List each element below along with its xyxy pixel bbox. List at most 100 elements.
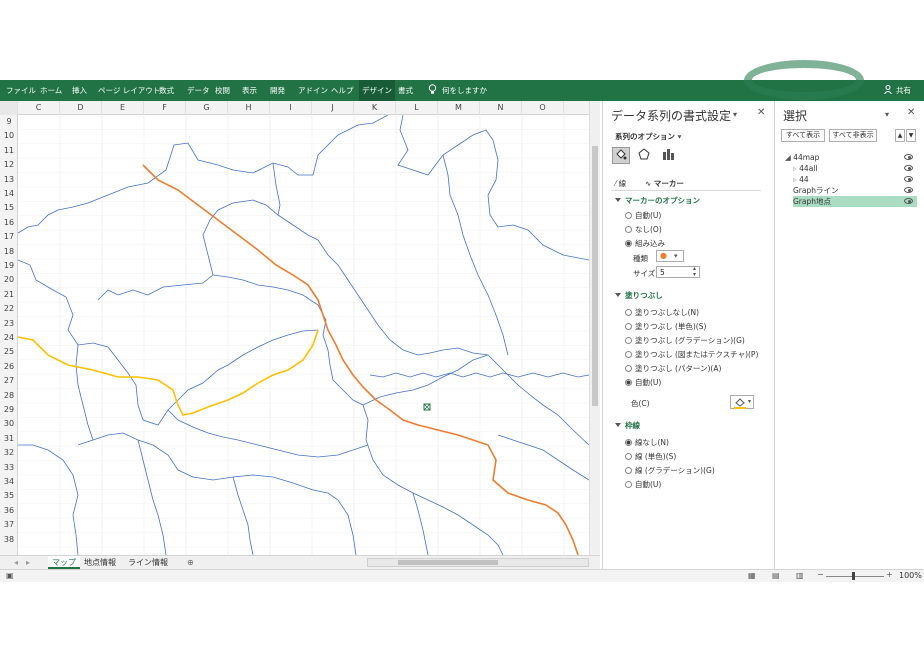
sheet-tab-points[interactable]: 地点情報: [80, 556, 120, 569]
tell-me-search[interactable]: 何をしますか: [442, 80, 487, 101]
visibility-eye-icon[interactable]: [904, 176, 913, 182]
pane-options-dropdown-icon[interactable]: ▾: [733, 110, 737, 119]
share-icon[interactable]: [884, 80, 892, 101]
row-header[interactable]: 10: [0, 129, 18, 143]
row-header[interactable]: 11: [0, 144, 18, 158]
fill-solid-radio[interactable]: 塗りつぶし (単色)(S): [625, 321, 706, 332]
sheet-tab-lines[interactable]: ライン情報: [124, 556, 172, 569]
row-header[interactable]: 14: [0, 187, 18, 201]
border-gradient-radio[interactable]: 線 (グラデーション)(G): [625, 465, 715, 476]
column-header[interactable]: G: [186, 101, 228, 115]
column-header[interactable]: D: [60, 101, 102, 115]
show-all-button[interactable]: すべて表示: [781, 129, 825, 142]
tab-developer[interactable]: 開発: [270, 80, 285, 101]
selection-item-44[interactable]: ▹ 44: [793, 174, 917, 185]
bring-forward-icon[interactable]: ▲: [895, 129, 905, 142]
row-header[interactable]: 25: [0, 345, 18, 359]
tab-design[interactable]: デザイン: [359, 80, 395, 101]
row-header[interactable]: 20: [0, 273, 18, 287]
row-header[interactable]: 15: [0, 201, 18, 215]
column-header[interactable]: I: [270, 101, 312, 115]
next-sheet-icon[interactable]: ▸: [22, 556, 34, 569]
row-header[interactable]: 27: [0, 374, 18, 388]
row-header[interactable]: 33: [0, 461, 18, 475]
page-break-view-icon[interactable]: ▥: [796, 571, 804, 580]
row-header[interactable]: 22: [0, 302, 18, 316]
marker-type-dropdown[interactable]: ● ▾: [656, 250, 684, 262]
column-header[interactable]: K: [354, 101, 396, 115]
row-header[interactable]: 26: [0, 360, 18, 374]
zoom-slider[interactable]: [826, 576, 884, 577]
row-header[interactable]: 16: [0, 216, 18, 230]
marker-builtin-radio[interactable]: 組み込み: [625, 238, 665, 249]
send-backward-icon[interactable]: ▼: [906, 129, 916, 142]
fill-picture-radio[interactable]: 塗りつぶし (図またはテクスチャ)(P): [625, 349, 758, 360]
visibility-eye-icon[interactable]: [904, 154, 913, 160]
selection-item-graph-line[interactable]: Graphライン: [793, 185, 917, 196]
close-icon[interactable]: ✕: [907, 107, 915, 118]
border-solid-radio[interactable]: 線 (単色)(S): [625, 451, 676, 462]
visibility-eye-icon[interactable]: [904, 198, 913, 204]
series-options-icon[interactable]: [660, 147, 678, 164]
column-header[interactable]: J: [312, 101, 354, 115]
border-auto-radio[interactable]: 自動(U): [625, 479, 661, 490]
column-header[interactable]: M: [438, 101, 480, 115]
column-header[interactable]: F: [144, 101, 186, 115]
tab-line[interactable]: ⁄ 線: [615, 178, 626, 189]
visibility-eye-icon[interactable]: [904, 165, 913, 171]
row-header[interactable]: 17: [0, 230, 18, 244]
selection-item-graph-points[interactable]: Graph地点: [793, 196, 917, 207]
tab-data[interactable]: データ: [187, 80, 210, 101]
fill-color-picker[interactable]: ▾: [730, 395, 754, 409]
column-header[interactable]: H: [228, 101, 270, 115]
row-header[interactable]: 28: [0, 389, 18, 403]
prev-sheet-icon[interactable]: ◂: [10, 556, 22, 569]
column-header[interactable]: O: [522, 101, 564, 115]
zoom-slider-thumb[interactable]: [852, 572, 855, 580]
add-sheet-icon[interactable]: ⊕: [183, 556, 198, 569]
row-header[interactable]: 18: [0, 245, 18, 259]
zoom-out-icon[interactable]: −: [817, 570, 824, 579]
macro-record-icon[interactable]: ▣: [6, 571, 14, 580]
row-header[interactable]: 36: [0, 504, 18, 518]
marker-size-value[interactable]: 5: [660, 268, 665, 277]
collapse-icon[interactable]: ▹: [793, 164, 797, 173]
row-header[interactable]: 38: [0, 533, 18, 547]
fill-section[interactable]: 塗りつぶし: [615, 290, 663, 301]
tab-home[interactable]: ホーム: [40, 80, 62, 101]
vertical-scrollbar[interactable]: [589, 101, 600, 555]
row-header[interactable]: 29: [0, 403, 18, 417]
expand-icon[interactable]: ◢: [785, 153, 791, 162]
fill-none-radio[interactable]: 塗りつぶしなし(N): [625, 307, 699, 318]
spin-down-icon[interactable]: ▾: [693, 271, 696, 278]
pane-options-dropdown-icon[interactable]: ▾: [885, 110, 889, 119]
tab-review[interactable]: 校閲: [215, 80, 230, 101]
share-button[interactable]: 共有: [896, 80, 911, 101]
column-header[interactable]: C: [18, 101, 60, 115]
series-options-dropdown[interactable]: 系列のオプション ▾: [615, 131, 681, 142]
zoom-level[interactable]: 100%: [899, 571, 922, 580]
scroll-thumb[interactable]: [592, 146, 598, 406]
row-header[interactable]: 21: [0, 288, 18, 302]
tab-page-layout[interactable]: ページ レイアウト: [98, 80, 160, 101]
selection-item-44all[interactable]: ▹ 44all: [793, 163, 917, 174]
marker-none-radio[interactable]: なし(O): [625, 224, 662, 235]
row-header[interactable]: 30: [0, 417, 18, 431]
tab-format[interactable]: 書式: [398, 80, 413, 101]
normal-view-icon[interactable]: ▦: [748, 571, 756, 580]
worksheet-grid[interactable]: [18, 115, 589, 555]
sheet-tab-map[interactable]: マップ: [48, 556, 80, 569]
collapse-icon[interactable]: ▹: [793, 175, 797, 184]
row-header[interactable]: 32: [0, 446, 18, 460]
border-section[interactable]: 枠線: [615, 420, 640, 431]
selection-item-44map[interactable]: ◢ 44map: [785, 152, 917, 163]
row-header[interactable]: 35: [0, 489, 18, 503]
selected-marker[interactable]: [423, 403, 431, 411]
row-header[interactable]: 23: [0, 317, 18, 331]
tab-formulas[interactable]: 数式: [159, 80, 174, 101]
fill-pattern-radio[interactable]: 塗りつぶし (パターン)(A): [625, 363, 721, 374]
fill-auto-radio[interactable]: 自動(U): [625, 377, 661, 388]
row-header[interactable]: 19: [0, 259, 18, 273]
row-header[interactable]: 9: [0, 115, 18, 129]
marker-options-section[interactable]: マーカーのオプション: [615, 195, 700, 206]
